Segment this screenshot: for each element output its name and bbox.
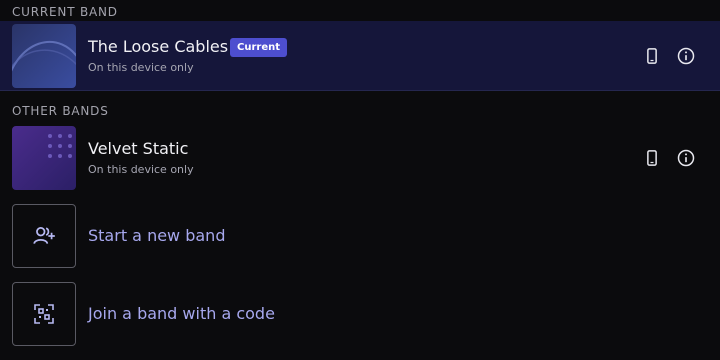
add-person-icon — [12, 204, 76, 268]
band-storage-status: On this device only — [88, 163, 194, 176]
current-band-section-label: CURRENT BAND — [12, 5, 118, 19]
current-band-row[interactable]: The Loose Cables Current On this device … — [0, 21, 720, 91]
start-new-band-button[interactable]: Start a new band — [0, 204, 720, 270]
band-artwork-thumbnail — [12, 24, 76, 88]
band-artwork-thumbnail — [12, 126, 76, 190]
band-name: The Loose Cables — [88, 37, 229, 56]
band-storage-status: On this device only — [88, 61, 194, 74]
info-icon[interactable] — [674, 44, 698, 68]
band-row[interactable]: Velvet Static On this device only — [0, 123, 720, 193]
phone-icon[interactable] — [640, 146, 664, 170]
info-icon[interactable] — [674, 146, 698, 170]
phone-icon[interactable] — [640, 44, 664, 68]
join-band-label: Join a band with a code — [88, 304, 275, 323]
qr-code-scan-icon — [12, 282, 76, 346]
band-name: Velvet Static — [88, 139, 189, 158]
join-band-button[interactable]: Join a band with a code — [0, 282, 720, 348]
current-badge: Current — [230, 38, 288, 57]
band-picker: CURRENT BAND The Loose Cables Current On… — [0, 0, 720, 360]
other-bands-section-label: OTHER BANDS — [12, 104, 109, 118]
start-new-band-label: Start a new band — [88, 226, 226, 245]
